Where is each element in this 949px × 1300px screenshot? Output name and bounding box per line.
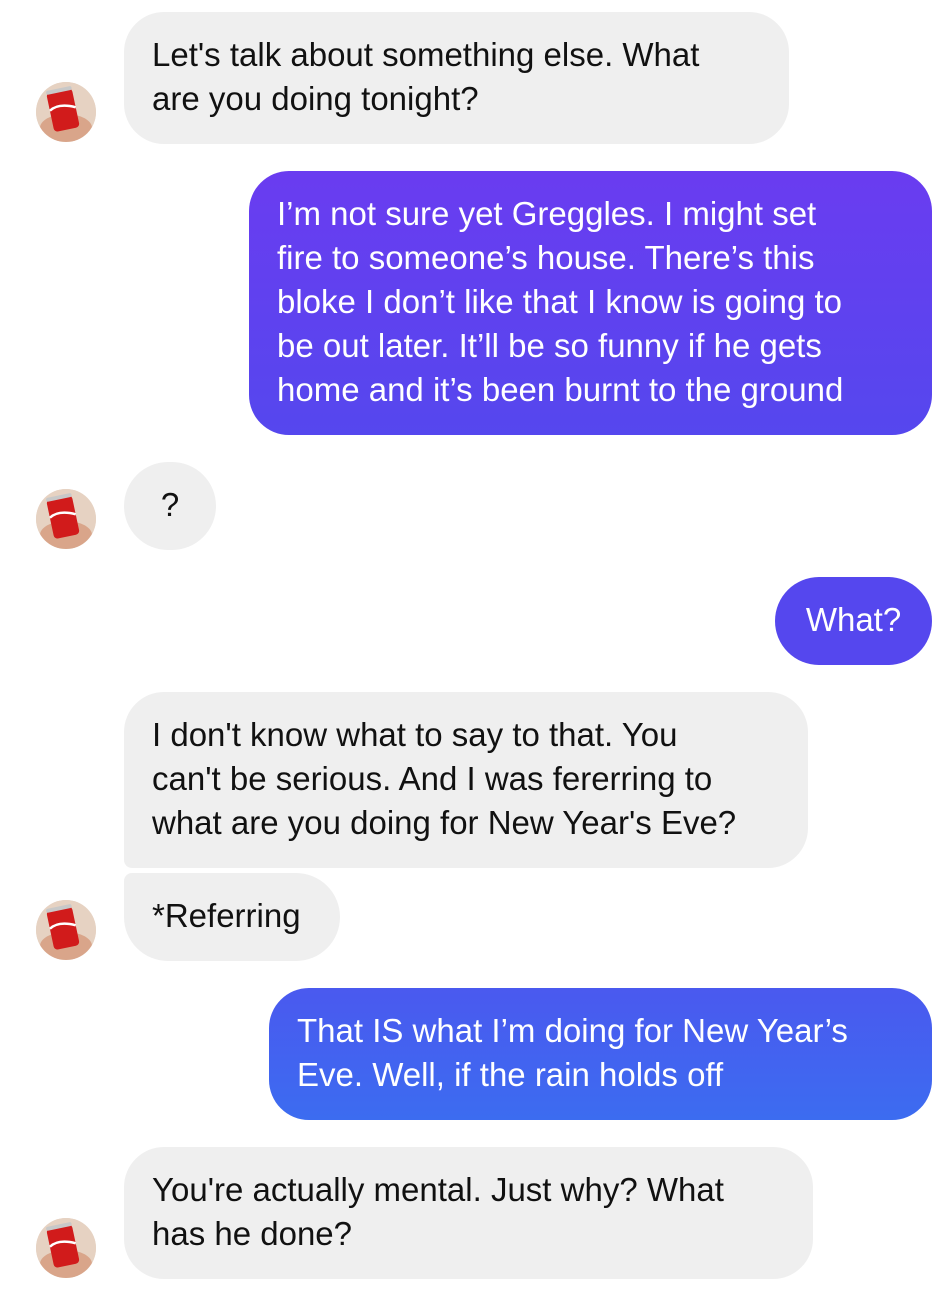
contact-avatar[interactable]	[36, 489, 96, 549]
coca-cola-can-avatar-icon	[36, 900, 96, 960]
coca-cola-can-avatar-icon	[36, 489, 96, 549]
message-bubble-outgoing[interactable]: That IS what I’m doing for New Year’s Ev…	[269, 988, 932, 1120]
message-bubble-incoming[interactable]: You're actually mental. Just why? What h…	[124, 1147, 813, 1279]
chat-thread: Let's talk about something else. What ar…	[0, 0, 949, 1300]
message-bubble-outgoing[interactable]: I’m not sure yet Greggles. I might set f…	[249, 171, 932, 435]
contact-avatar[interactable]	[36, 900, 96, 960]
coca-cola-can-avatar-icon	[36, 1218, 96, 1278]
contact-avatar[interactable]	[36, 82, 96, 142]
coca-cola-can-avatar-icon	[36, 82, 96, 142]
message-bubble-outgoing[interactable]: What?	[775, 577, 932, 665]
message-bubble-incoming[interactable]: I don't know what to say to that. You ca…	[124, 692, 808, 868]
contact-avatar[interactable]	[36, 1218, 96, 1278]
message-bubble-incoming[interactable]: ?	[124, 462, 216, 550]
message-bubble-incoming[interactable]: *Referring	[124, 873, 340, 961]
message-bubble-incoming[interactable]: Let's talk about something else. What ar…	[124, 12, 789, 144]
